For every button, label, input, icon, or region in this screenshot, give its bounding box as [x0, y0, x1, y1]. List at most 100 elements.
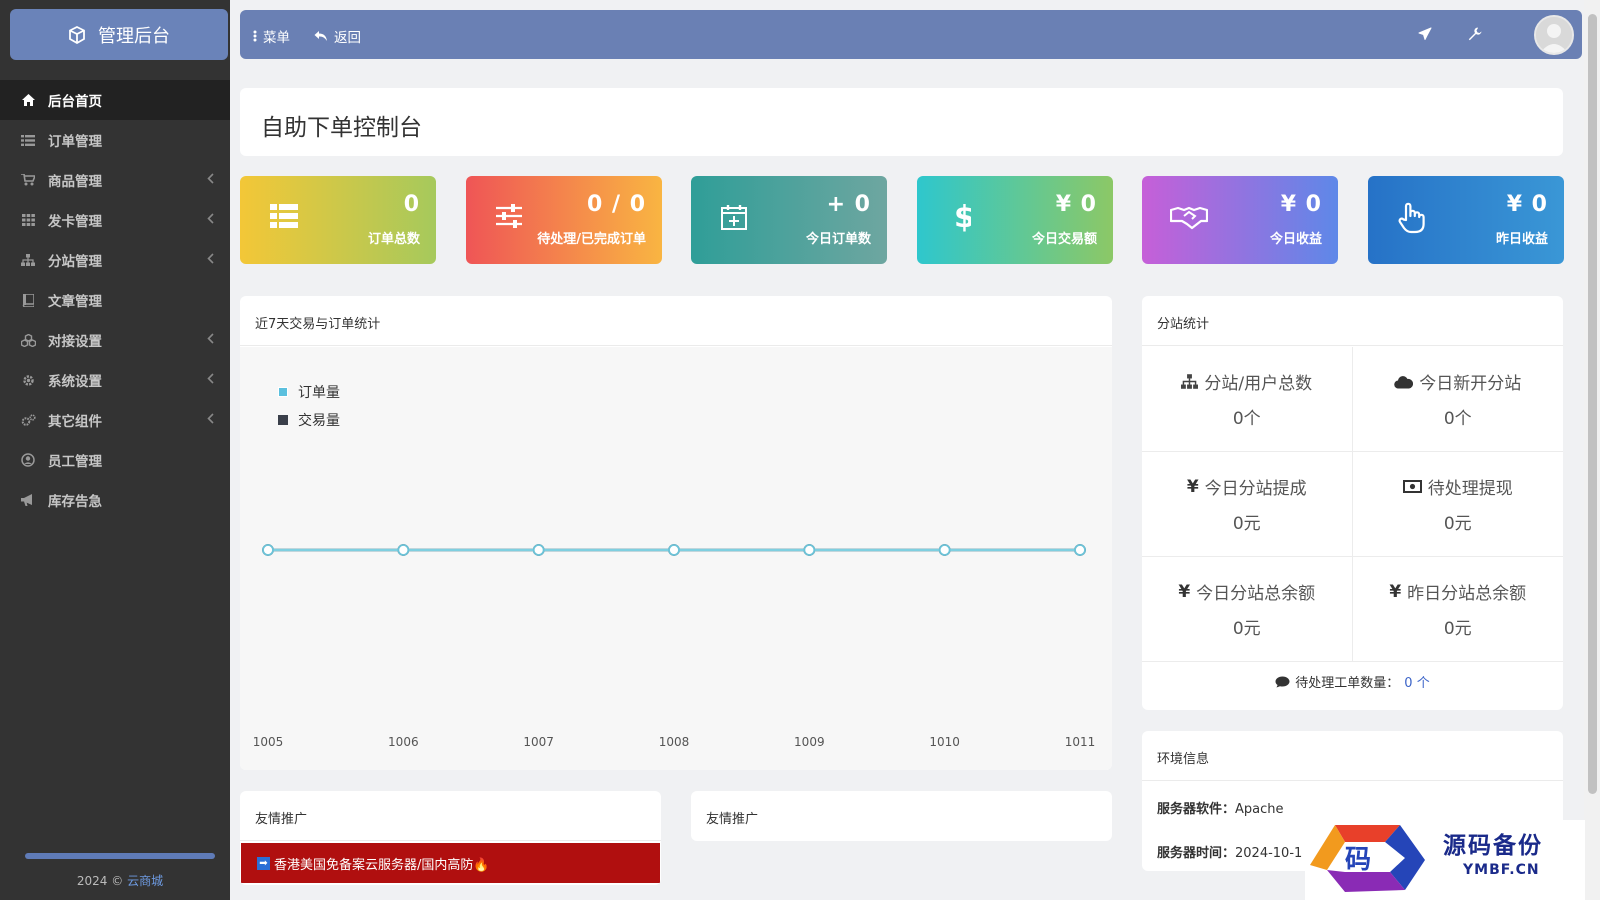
sidebar-item-substations[interactable]: 分站管理: [0, 240, 230, 280]
env-label: 服务器软件：: [1157, 802, 1236, 817]
sidebar-item-staff[interactable]: 员工管理: [0, 440, 230, 480]
ticket-row[interactable]: 待处理工单数量： 0 个: [1142, 672, 1563, 691]
sidebar-divider: [25, 853, 215, 859]
sidebar-item-orders[interactable]: 订单管理: [0, 120, 230, 160]
cell-title: 今日分站提成: [1204, 479, 1307, 499]
sidebar-item-label: 订单管理: [48, 134, 102, 150]
cell-value: 0元: [1232, 514, 1261, 534]
sidebar-item-integration[interactable]: 对接设置: [0, 320, 230, 360]
env-row: 服务器软件：Apache: [1157, 798, 1284, 817]
cell-value: 0元: [1232, 619, 1261, 639]
ticket-count: 0 个: [1404, 676, 1430, 691]
sidebar-item-system[interactable]: 系统设置: [0, 360, 230, 400]
user-circle-icon: [20, 452, 36, 468]
substation-cell-withdraw: 待处理提现 0元: [1352, 452, 1563, 557]
sitemap-icon: [20, 252, 36, 268]
cell-value: 0元: [1443, 619, 1472, 639]
avatar[interactable]: [1534, 15, 1574, 55]
back-label: 返回: [334, 30, 361, 46]
chevron-left-icon: [207, 373, 214, 384]
stat-card-today-orders[interactable]: + 0 今日订单数: [691, 176, 887, 264]
data-point[interactable]: [532, 544, 545, 556]
plane-icon[interactable]: [1418, 27, 1432, 41]
gear-icon: [20, 372, 36, 388]
env-row: 服务器时间：2024-10-1: [1157, 842, 1302, 861]
stat-value: 0 / 0: [587, 192, 646, 217]
sidebar-item-label: 对接设置: [48, 334, 102, 350]
megaphone-icon: [20, 492, 36, 508]
panel-title: 友情推广: [240, 791, 661, 841]
copyright-year: 2024 ©: [76, 874, 124, 888]
sidebar-item-components[interactable]: 其它组件: [0, 400, 230, 440]
legend-label: 交易量: [298, 413, 340, 429]
sidebar-item-label: 库存告急: [48, 494, 102, 510]
list-icon: [270, 204, 298, 228]
stat-card-yesterday-income[interactable]: ¥ 0 昨日收益: [1368, 176, 1564, 264]
back-button[interactable]: 返回: [314, 26, 361, 46]
home-icon: [20, 92, 36, 108]
menu-label: 菜单: [263, 30, 290, 46]
promo-text: 香港美国免备案云服务器/国内高防🔥: [274, 857, 490, 873]
substation-cell-commission: ¥ 今日分站提成 0元: [1142, 452, 1353, 557]
env-label: 服务器时间：: [1157, 846, 1236, 861]
scrollbar[interactable]: [1584, 0, 1600, 900]
substation-cell-new-today: 今日新开分站 0个: [1352, 347, 1563, 452]
stat-value: 0: [403, 192, 420, 217]
scrollbar-thumb[interactable]: [1588, 14, 1597, 794]
cell-title: 昨日分站总余额: [1407, 584, 1527, 604]
chevron-left-icon: [207, 333, 214, 344]
wrench-icon[interactable]: [1468, 27, 1482, 41]
copyright: 2024 © 云商城: [0, 872, 240, 889]
env-value: Apache: [1235, 802, 1284, 817]
brand[interactable]: 管理后台: [10, 9, 228, 60]
menu-button[interactable]: 菜单: [253, 26, 290, 46]
data-point[interactable]: [1074, 544, 1086, 556]
yen-icon: ¥: [1389, 581, 1402, 602]
arrow-right-icon: ➡: [257, 856, 270, 870]
cogs-icon: [20, 412, 36, 428]
page-title-box: 自助下单控制台: [240, 88, 1563, 156]
sidebar-item-cards[interactable]: 发卡管理: [0, 200, 230, 240]
sidebar-item-label: 商品管理: [48, 174, 102, 190]
data-point[interactable]: [397, 544, 410, 556]
stat-value: ¥ 0: [1506, 192, 1548, 217]
sliders-icon: [496, 204, 522, 228]
chevron-left-icon: [207, 413, 214, 424]
cubes-icon: [20, 332, 36, 348]
promo-link[interactable]: ➡ 香港美国免备案云服务器/国内高防🔥: [241, 843, 660, 883]
cell-title: 今日新开分站: [1419, 374, 1522, 394]
sidebar-item-label: 后台首页: [48, 94, 102, 110]
legend-swatch: [278, 387, 288, 397]
sidebar-item-articles[interactable]: 文章管理: [0, 280, 230, 320]
stat-card-pending-done[interactable]: 0 / 0 待处理/已完成订单: [466, 176, 662, 264]
data-point[interactable]: [668, 544, 680, 556]
stat-card-today-trade[interactable]: $ ¥ 0 今日交易额: [917, 176, 1113, 264]
legend-item[interactable]: 订单量: [278, 382, 340, 402]
copyright-link[interactable]: 云商城: [127, 874, 163, 888]
data-point[interactable]: [938, 544, 951, 556]
sidebar-item-home[interactable]: 后台首页: [0, 80, 230, 120]
brand-title: 管理后台: [98, 25, 170, 47]
data-point[interactable]: [803, 544, 816, 556]
money-icon: [1402, 480, 1422, 493]
chevron-left-icon: [207, 173, 214, 184]
friend-panel-2: 友情推广: [691, 791, 1112, 841]
stat-card-total-orders[interactable]: 0 订单总数: [240, 176, 436, 264]
friend-panel-1: 友情推广 ➡ 香港美国免备案云服务器/国内高防🔥: [240, 791, 661, 885]
legend-item[interactable]: 交易量: [278, 410, 340, 430]
line-chart: 1005 1006 1007 1008 1009 1010 1011: [253, 544, 1096, 749]
yen-icon: ¥: [1186, 476, 1199, 497]
list-icon: [20, 132, 36, 148]
x-tick-label: 1010: [929, 735, 960, 749]
stat-card-today-income[interactable]: ¥ 0 今日收益: [1142, 176, 1338, 264]
sidebar-item-stock-alert[interactable]: 库存告急: [0, 480, 230, 520]
legend-swatch: [278, 415, 288, 425]
env-value: 2024-10-1: [1235, 846, 1303, 861]
chevron-left-icon: [207, 253, 214, 264]
sidebar: 管理后台 后台首页 订单管理 商品管理 发卡管理 分站管理 文章管理 对接设置 …: [0, 0, 230, 900]
sidebar-item-products[interactable]: 商品管理: [0, 160, 230, 200]
x-tick-label: 1011: [1065, 735, 1096, 749]
ticket-label: 待处理工单数量：: [1295, 676, 1400, 691]
sidebar-item-label: 分站管理: [48, 254, 102, 270]
data-point[interactable]: [262, 544, 274, 556]
